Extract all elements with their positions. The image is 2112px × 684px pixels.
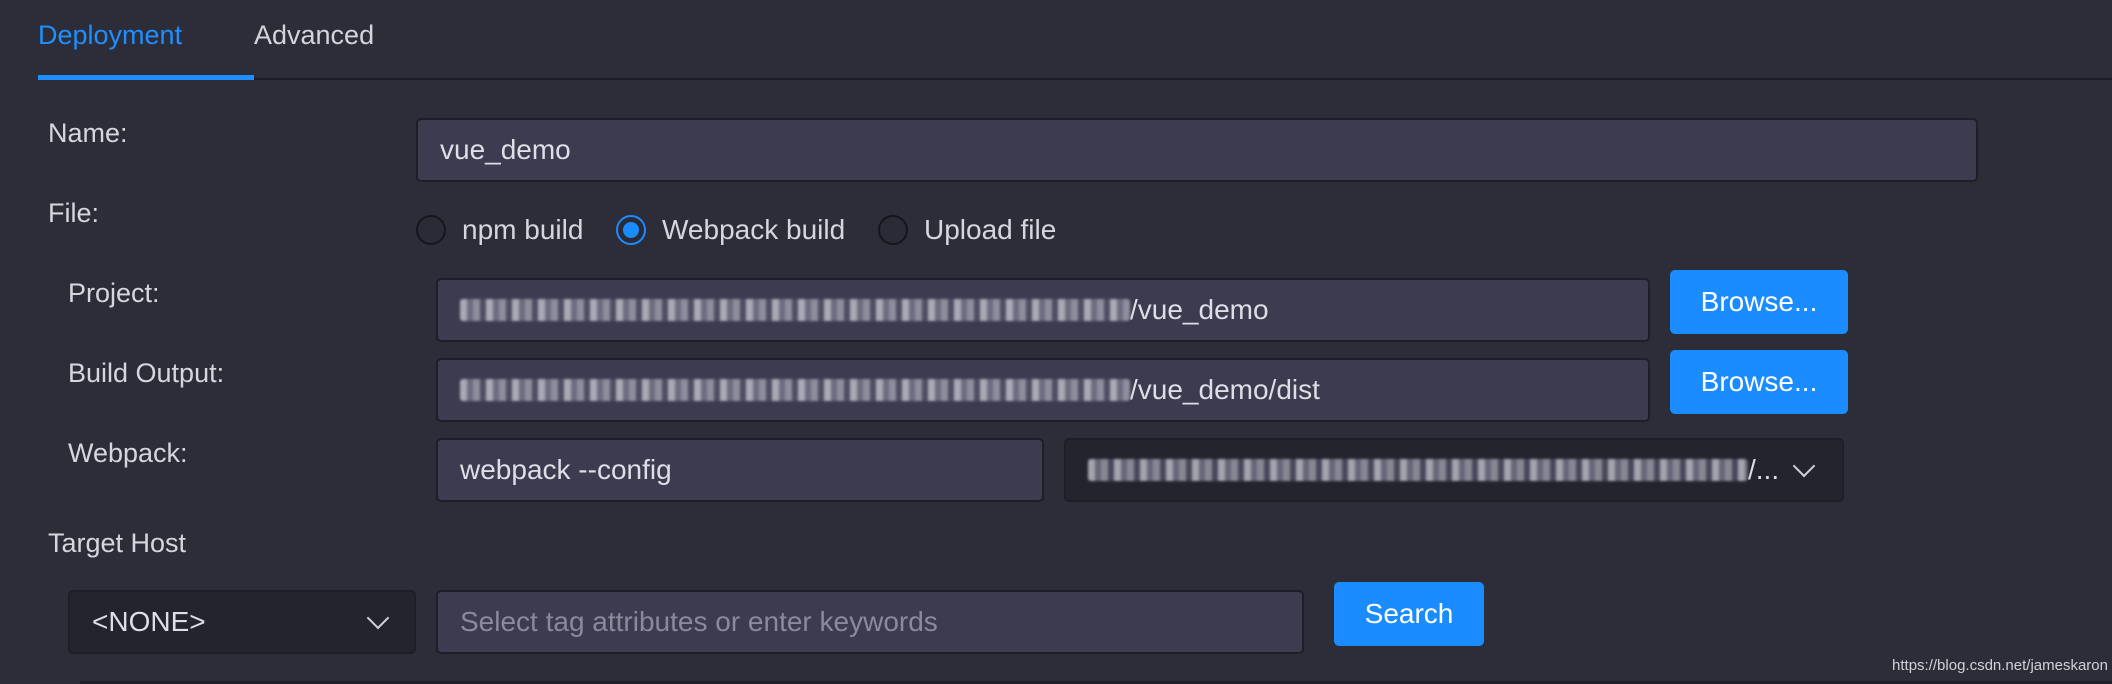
file-label: File:: [48, 198, 100, 228]
redacted-path: [460, 379, 1130, 401]
build-output-path-visible: /vue_demo/dist: [1130, 374, 1320, 405]
host-select[interactable]: <NONE>: [68, 590, 416, 654]
build-output-path-input[interactable]: /vue_demo/dist: [436, 358, 1650, 422]
webpack-config-select[interactable]: /...: [1064, 438, 1844, 502]
project-path-visible: /vue_demo: [1130, 294, 1269, 325]
name-label: Name:: [48, 118, 128, 148]
build-output-label: Build Output:: [68, 358, 225, 388]
webpack-command-input[interactable]: webpack --config: [436, 438, 1044, 502]
radio-icon: [416, 215, 446, 245]
tag-search-input[interactable]: Select tag attributes or enter keywords: [436, 590, 1304, 654]
build-output-browse-button[interactable]: Browse...: [1670, 350, 1848, 414]
chevron-down-icon: [1792, 454, 1816, 478]
project-path-input[interactable]: /vue_demo: [436, 278, 1650, 342]
tag-search-placeholder: Select tag attributes or enter keywords: [460, 606, 938, 637]
target-host-label: Target Host: [48, 528, 187, 558]
name-input[interactable]: vue_demo: [416, 118, 1978, 182]
radio-npm-build-label: npm build: [462, 214, 584, 245]
redacted-path: [1088, 459, 1748, 481]
tab-deployment[interactable]: Deployment: [38, 20, 182, 51]
watermark-text: https://blog.csdn.net/jameskaron: [1892, 657, 2108, 674]
radio-upload-file[interactable]: Upload file: [878, 212, 1056, 248]
radio-npm-build[interactable]: npm build: [416, 212, 583, 248]
radio-webpack-build[interactable]: Webpack build: [616, 212, 845, 248]
host-select-value: <NONE>: [92, 606, 206, 637]
search-button[interactable]: Search: [1334, 582, 1484, 646]
chevron-down-icon: [366, 606, 390, 630]
tab-bar: Deployment Advanced: [38, 0, 2112, 80]
deployment-settings-page: Deployment Advanced Name: vue_demo File:…: [0, 0, 2112, 684]
project-browse-button[interactable]: Browse...: [1670, 270, 1848, 334]
webpack-label: Webpack:: [68, 438, 188, 468]
active-tab-indicator: [38, 75, 254, 80]
redacted-path: [460, 299, 1130, 321]
webpack-config-visible: /...: [1748, 454, 1780, 485]
radio-checked-icon: [616, 215, 646, 245]
project-label: Project:: [68, 278, 160, 308]
radio-upload-file-label: Upload file: [924, 214, 1057, 245]
tab-advanced[interactable]: Advanced: [254, 20, 374, 51]
webpack-command-value: webpack --config: [460, 454, 672, 485]
radio-webpack-build-label: Webpack build: [662, 214, 846, 245]
name-input-value: vue_demo: [440, 134, 571, 165]
radio-icon: [878, 215, 908, 245]
